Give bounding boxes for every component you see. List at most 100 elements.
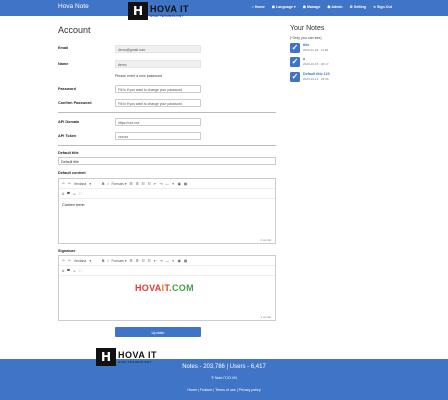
logo-name: HOVA IT <box>150 3 189 14</box>
default-title-field[interactable]: Default title <box>58 157 276 165</box>
default-content-editor[interactable]: ↶ ↷ Verdana ▾ B I Formats ▾ ☰ ☰ ☷ ☷ ⇤ ⇥ … <box>58 178 276 244</box>
signature-editor[interactable]: ↶ ↷ Verdana ▾ B I Formats ▾ ☰ ☰ ☷ ☷ ⇤ ⇥ … <box>58 255 276 321</box>
redo-icon[interactable]: ↷ <box>68 259 71 263</box>
indent-icon[interactable]: ⇥ <box>160 182 163 186</box>
table-icon[interactable]: ▦ <box>184 259 187 263</box>
align-center-icon[interactable]: ☰ <box>136 182 139 186</box>
update-button[interactable]: Update <box>115 327 201 337</box>
navbar-brand[interactable]: Hova Note <box>58 3 89 10</box>
sidebar-subtitle: (*Only you can see) <box>290 36 322 40</box>
nav-manage-link[interactable]: ☗ Manage <box>303 5 321 9</box>
default-content-label: Default content <box>58 171 86 175</box>
editor-toolbar: ↶ ↷ Verdana ▾ B I Formats ▾ ☰ ☰ ☷ ☷ ⇤ ⇥ … <box>59 179 275 189</box>
check-icon: ✓ <box>290 57 300 67</box>
logo-name: HOVA IT <box>118 349 157 360</box>
top-navbar: Hova Note ⌂ Home ☗ Language ▾ ☗ Manage ☗… <box>0 0 448 16</box>
text-color-icon[interactable]: A <box>62 192 64 196</box>
undo-icon[interactable]: ↶ <box>62 182 65 186</box>
logo-mark-icon: H <box>128 2 148 20</box>
image-icon[interactable]: ▣ <box>178 182 181 186</box>
bullet-list-icon[interactable]: ☷ <box>142 259 145 263</box>
check-icon: ✓ <box>290 43 300 53</box>
editor-toolbar-row2: A ▀ ☺ ⛶ <box>59 189 275 199</box>
signature-label: Signature <box>58 249 76 253</box>
nav-home-link[interactable]: ⌂ Home <box>252 5 265 9</box>
link-icon[interactable]: ⚭ <box>172 259 175 263</box>
password-label: Password <box>58 87 76 91</box>
note-item[interactable]: ✓ title 2023-11-18 · 11:48 <box>290 43 328 53</box>
confirm-password-label: Confirm Password <box>58 101 92 105</box>
horizontal-rule-icon[interactable]: ― <box>165 259 168 263</box>
default-title-label: Default title <box>58 151 79 155</box>
font-dropdown-icon[interactable]: ▾ <box>89 259 91 263</box>
bg-color-icon[interactable]: ▀ <box>67 269 69 273</box>
note-title[interactable]: title <box>303 43 328 47</box>
redo-icon[interactable]: ↷ <box>68 182 71 186</box>
api-token-label: API Token <box>58 134 77 138</box>
password-field[interactable]: Fill in if you want to change your passw… <box>115 85 201 93</box>
name-label: Name <box>58 62 69 66</box>
italic-icon[interactable]: I <box>107 182 108 186</box>
api-domain-label: API Domain <box>58 120 80 124</box>
bullet-list-icon[interactable]: ☷ <box>142 182 145 186</box>
editor-toolbar: ↶ ↷ Verdana ▾ B I Formats ▾ ☰ ☰ ☷ ☷ ⇤ ⇥ … <box>59 256 275 266</box>
fullscreen-icon[interactable]: ⛶ <box>79 269 81 273</box>
italic-icon[interactable]: I <box>107 259 108 263</box>
image-icon[interactable]: ▣ <box>178 259 181 263</box>
hova-logo: H HOVA IT HIGH TECHNOLOGY <box>128 2 189 20</box>
align-left-icon[interactable]: ☰ <box>130 182 133 186</box>
font-dropdown-icon[interactable]: ▾ <box>89 182 91 186</box>
nav-setting-link[interactable]: ⚙ Setting <box>350 5 366 9</box>
note-item[interactable]: ✓ a 2023-10-15 · 00:17 <box>290 57 329 67</box>
link-icon[interactable]: ⚭ <box>172 182 175 186</box>
confirm-password-field[interactable]: Fill in if you want to change your passw… <box>115 99 201 107</box>
text-color-icon[interactable]: A <box>62 269 64 273</box>
nav-signout-link[interactable]: ➜ Sign Out <box>373 5 392 9</box>
font-select[interactable]: Verdana <box>74 259 87 263</box>
numbered-list-icon[interactable]: ☷ <box>148 182 151 186</box>
word-count: 2 words <box>260 238 271 242</box>
logo-tagline: HIGH TECHNOLOGY <box>150 13 184 18</box>
footer-stats: Notes - 203,786 | Users - 6,417 <box>182 364 266 370</box>
sidebar-title: Your Notes <box>290 25 325 32</box>
note-title[interactable]: Default title 123 <box>303 72 330 76</box>
name-field[interactable]: demo <box>115 60 201 68</box>
bg-color-icon[interactable]: ▀ <box>67 192 69 196</box>
outdent-icon[interactable]: ⇤ <box>154 182 157 186</box>
divider <box>58 112 276 113</box>
undo-icon[interactable]: ↶ <box>62 259 65 263</box>
formats-select[interactable]: Formats ▾ <box>111 182 126 186</box>
fullscreen-icon[interactable]: ⛶ <box>79 192 81 196</box>
editor-content[interactable]: Conten here: <box>59 199 275 210</box>
formats-select[interactable]: Formats ▾ <box>111 259 126 263</box>
password-hint: Please enter a new password <box>115 74 163 78</box>
word-count: 1 words <box>260 315 271 319</box>
email-field[interactable]: demo@gmail.com <box>115 45 201 53</box>
numbered-list-icon[interactable]: ☷ <box>148 259 151 263</box>
nav-language-dropdown[interactable]: ☗ Language ▾ <box>272 5 296 9</box>
api-domain-field[interactable]: https://xxx.xxx <box>115 118 201 126</box>
api-token-field[interactable]: xxxxxx <box>115 132 201 140</box>
indent-icon[interactable]: ⇥ <box>160 259 163 263</box>
emoji-icon[interactable]: ☺ <box>73 192 76 196</box>
horizontal-rule-icon[interactable]: ― <box>165 182 168 186</box>
align-center-icon[interactable]: ☰ <box>136 259 139 263</box>
note-item[interactable]: ✓ Default title 123 2023-10-13 · 22:06 <box>290 72 330 82</box>
note-title[interactable]: a <box>303 57 329 61</box>
footer-links[interactable]: Home | Feature | Terms of use | Privacy … <box>0 388 448 392</box>
align-left-icon[interactable]: ☰ <box>130 259 133 263</box>
signature-brand-text[interactable]: HOVAIT.COM <box>135 283 194 293</box>
emoji-icon[interactable]: ☺ <box>73 269 76 273</box>
outdent-icon[interactable]: ⇤ <box>154 259 157 263</box>
note-time: 2023-10-13 · 22:06 <box>303 77 329 81</box>
font-select[interactable]: Verdana <box>74 182 87 186</box>
note-time: 2023-10-15 · 00:17 <box>303 62 329 66</box>
logo-tagline: HIGH TECHNOLOGY <box>118 359 152 364</box>
bold-icon[interactable]: B <box>102 182 104 186</box>
bold-icon[interactable]: B <box>102 259 104 263</box>
divider <box>58 145 276 146</box>
table-icon[interactable]: ▦ <box>184 182 187 186</box>
email-label: Email <box>58 46 69 50</box>
nav-admin-link[interactable]: ☗ Admin <box>327 5 342 9</box>
page-title: Account <box>58 25 91 35</box>
